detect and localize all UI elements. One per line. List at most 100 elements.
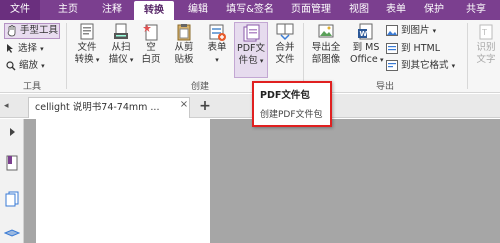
to-ms-office-label-2: Office ▾ (350, 54, 384, 65)
to-ms-office-label-1: 到 MS (352, 42, 380, 53)
export-all-images-label-1: 导出全 (311, 42, 341, 53)
ocr-icon: T (476, 22, 496, 42)
to-other-format-button[interactable]: 到其它格式 ▾ (386, 58, 466, 74)
hand-icon (7, 24, 17, 37)
menu-convert[interactable]: 转换 (134, 1, 174, 20)
chevron-down-icon: ▾ (377, 56, 384, 64)
menu-fill-sign[interactable]: 填写&签名 (222, 0, 278, 20)
export-group-label: 导出 (375, 82, 394, 92)
chevron-down-icon: ▾ (451, 62, 456, 70)
other-format-icon (386, 60, 398, 71)
recognize-text-label-1: 识别 (476, 42, 496, 53)
export-all-images-label-2: 部图像 (311, 54, 341, 65)
form-icon (207, 22, 227, 42)
merge-label-2: 文件 (275, 54, 295, 65)
chevron-down-icon: ▾ (93, 56, 100, 64)
zoom-button[interactable]: 缩放 ▾ (6, 58, 60, 74)
pdf-package-icon (241, 23, 261, 43)
document-tab-label: cellight 说明书74-74mm ... (35, 102, 160, 113)
to-other-format-label: 到其它格式 (401, 60, 449, 71)
chevron-down-icon: ▾ (127, 56, 134, 64)
svg-text:T: T (481, 28, 487, 37)
pdf-package-label-2: 件包 ▾ (238, 55, 264, 66)
menu-view[interactable]: 视图 (344, 0, 374, 20)
export-images-icon (316, 22, 336, 42)
layers-icon[interactable] (3, 225, 21, 239)
hand-tool-button[interactable]: 手型工具 (4, 23, 60, 39)
merge-icon (275, 22, 295, 42)
chevron-down-icon: ▾ (40, 45, 44, 53)
pdf-package-tooltip: PDF文件包 创建PDF文件包 (252, 81, 332, 127)
from-scanner-label-2: 描仪 ▾ (108, 54, 134, 65)
pages-icon[interactable] (5, 191, 19, 207)
select-label: 选择 (18, 43, 38, 54)
tab-strip: ◂ cellight 说明书74-74mm ... × + (0, 94, 500, 118)
document-page[interactable] (36, 119, 210, 243)
to-html-label: 到 HTML (401, 43, 440, 54)
create-group-label: 创建 (190, 82, 209, 92)
svg-text:W: W (360, 30, 368, 38)
blank-page-label-1: 空 (146, 42, 156, 53)
tooltip-description: 创建PDF文件包 (260, 110, 323, 120)
navigation-panel (0, 119, 24, 243)
menu-protect[interactable]: 保护 (418, 0, 450, 20)
from-scanner-label-1: 从扫 (111, 42, 131, 53)
group-divider (467, 23, 468, 89)
to-ms-office-button[interactable]: W 到 MS Office ▾ (350, 22, 384, 78)
form-button[interactable]: 表单 ▾ (202, 22, 232, 78)
merge-files-button[interactable]: 合并 文件 (270, 22, 300, 78)
ribbon: 手型工具 选择 ▾ 缩放 ▾ 工具 文件 转换 ▾ 从扫 描仪 ▾ 空 白页 从… (0, 20, 500, 93)
menu-form[interactable]: 表单 (380, 0, 412, 20)
blank-page-button[interactable]: 空 白页 (138, 22, 164, 78)
from-clipboard-button[interactable]: 从剪 贴板 (168, 22, 200, 78)
recognize-text-label-2: 文字 (476, 54, 496, 65)
file-convert-icon (77, 22, 97, 42)
expand-panel-icon[interactable] (7, 127, 17, 137)
hand-tool-label: 手型工具 (20, 25, 59, 36)
chevron-down-icon: ▾ (41, 62, 45, 70)
form-label-1: 表单 (207, 42, 227, 53)
file-convert-label-1: 文件 (77, 42, 97, 53)
cursor-icon (6, 43, 15, 54)
menu-edit[interactable]: 编辑 (178, 0, 218, 20)
zoom-label: 缩放 (19, 60, 39, 71)
html-icon (386, 43, 398, 54)
pdf-package-button[interactable]: PDF文 件包 ▾ (234, 22, 268, 78)
from-scanner-button[interactable]: 从扫 描仪 ▾ (106, 22, 136, 78)
scanner-icon (111, 22, 131, 42)
file-convert-label-2: 转换 ▾ (74, 54, 100, 65)
tab-scroll-left-icon[interactable]: ◂ (4, 99, 18, 113)
from-clipboard-label-1: 从剪 (174, 42, 194, 53)
zoom-icon (6, 60, 16, 71)
chevron-down-icon: ▾ (257, 57, 264, 65)
menu-comment[interactable]: 注释 (92, 0, 132, 20)
menu-bar: 文件 主页 注释 转换 编辑 填写&签名 页面管理 视图 表单 保护 共享 (0, 0, 500, 20)
group-divider (66, 23, 67, 89)
group-divider (303, 23, 304, 89)
ms-office-icon: W (356, 22, 376, 42)
tools-group-label: 工具 (22, 82, 41, 92)
from-clipboard-label-2: 贴板 (174, 54, 194, 65)
add-tab-icon[interactable]: + (198, 98, 212, 114)
menu-file[interactable]: 文件 (0, 0, 40, 20)
form-chevron: ▾ (202, 54, 232, 66)
chevron-down-icon: ▾ (432, 27, 437, 35)
document-tab[interactable]: cellight 说明书74-74mm ... (28, 97, 190, 118)
close-icon[interactable]: × (178, 98, 190, 112)
file-convert-button[interactable]: 文件 转换 ▾ (70, 22, 104, 78)
recognize-text-button[interactable]: T 识别 文字 (472, 22, 500, 78)
to-image-button[interactable]: 到图片 ▾ (386, 23, 462, 39)
select-button[interactable]: 选择 ▾ (6, 41, 60, 57)
blank-page-icon (141, 22, 161, 42)
menu-page-manage[interactable]: 页面管理 (282, 0, 340, 20)
export-all-images-button[interactable]: 导出全 部图像 (306, 22, 346, 78)
menu-home[interactable]: 主页 (48, 0, 88, 20)
menu-share[interactable]: 共享 (456, 0, 496, 20)
to-html-button[interactable]: 到 HTML (386, 41, 462, 57)
clipboard-icon (174, 22, 194, 42)
bookmark-icon[interactable] (5, 155, 19, 171)
tooltip-title: PDF文件包 (260, 90, 310, 101)
merge-label-1: 合并 (275, 42, 295, 53)
blank-page-label-2: 白页 (141, 54, 161, 65)
pdf-package-label-1: PDF文 (236, 43, 265, 54)
